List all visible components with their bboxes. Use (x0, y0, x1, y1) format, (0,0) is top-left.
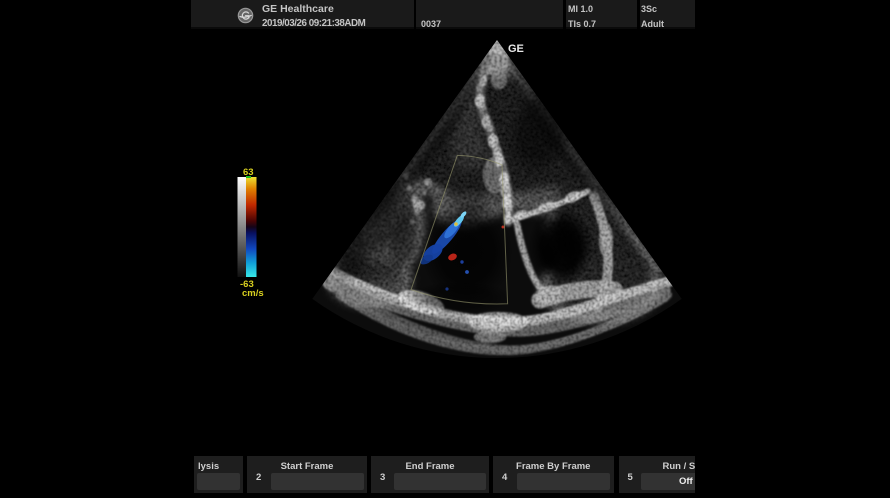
svg-text:cm/s: cm/s (242, 288, 264, 299)
svg-text:GE: GE (508, 43, 524, 55)
svg-text:63: 63 (243, 167, 254, 178)
